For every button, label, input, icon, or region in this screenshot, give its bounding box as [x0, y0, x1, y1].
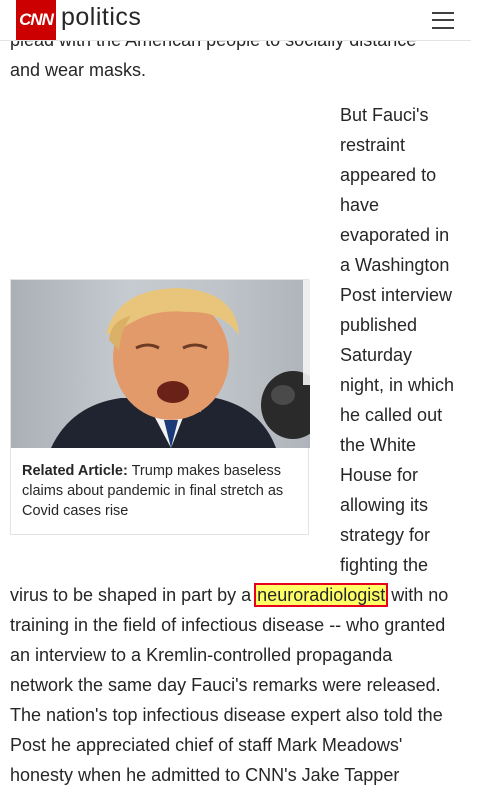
article-text-line: Saturday — [340, 345, 413, 365]
article-text-span: virus to be shaped in part by a — [10, 585, 252, 605]
article-text-line: evaporated in — [340, 225, 450, 245]
article-text-line: The nation's top infectious disease expe… — [10, 705, 443, 725]
article-text-line: and wear masks. — [10, 60, 147, 80]
hamburger-menu-icon[interactable] — [432, 10, 454, 30]
article-text-line: appeared to — [340, 165, 437, 185]
article-text-line: training in the field of infectious dise… — [10, 615, 446, 635]
related-article-label: Related Article: — [22, 463, 128, 479]
article-text-line: Post he appreciated chief of staff Mark … — [10, 735, 403, 755]
article-text-line: network the same day Fauci's remarks wer… — [10, 675, 441, 695]
article-text-line: Post interview — [340, 285, 453, 305]
article-text-line: virus to be shaped in part by a neurorad… — [10, 580, 448, 610]
article-text-line: House for — [340, 465, 419, 485]
article-text-line: honesty when he admitted to CNN's Jake T… — [10, 765, 400, 785]
article-text-line: But Fauci's — [340, 105, 429, 125]
cnn-logo[interactable]: CNN — [16, 0, 56, 40]
article-text-line: strategy for — [340, 525, 431, 545]
related-article-card[interactable]: Related Article: Trump makes baseless cl… — [10, 279, 310, 535]
section-title-politics[interactable]: politics — [61, 3, 141, 32]
article-text-line: published — [340, 315, 418, 335]
related-article-image[interactable] — [11, 280, 310, 448]
article-text-span: with no — [391, 585, 449, 605]
article-text-line: a Washington — [340, 255, 450, 275]
article-text-line: night, in which — [340, 375, 455, 395]
related-article-caption[interactable]: Related Article: Trump makes baseless cl… — [22, 461, 302, 521]
article-text-line: he called out — [340, 405, 443, 425]
article-text-line: the White — [340, 435, 417, 455]
highlighted-link-neuroradiologist[interactable]: neuroradiologist — [254, 583, 389, 607]
article-text-line: allowing its — [340, 495, 429, 515]
article-text-line: fighting the — [340, 555, 429, 575]
article-text-line: restraint — [340, 135, 406, 155]
article-text-line: an interview to a Kremlin-controlled pro… — [10, 645, 393, 665]
article-text-line: have — [340, 195, 380, 215]
top-navigation-bar: CNN politics — [0, 0, 471, 41]
